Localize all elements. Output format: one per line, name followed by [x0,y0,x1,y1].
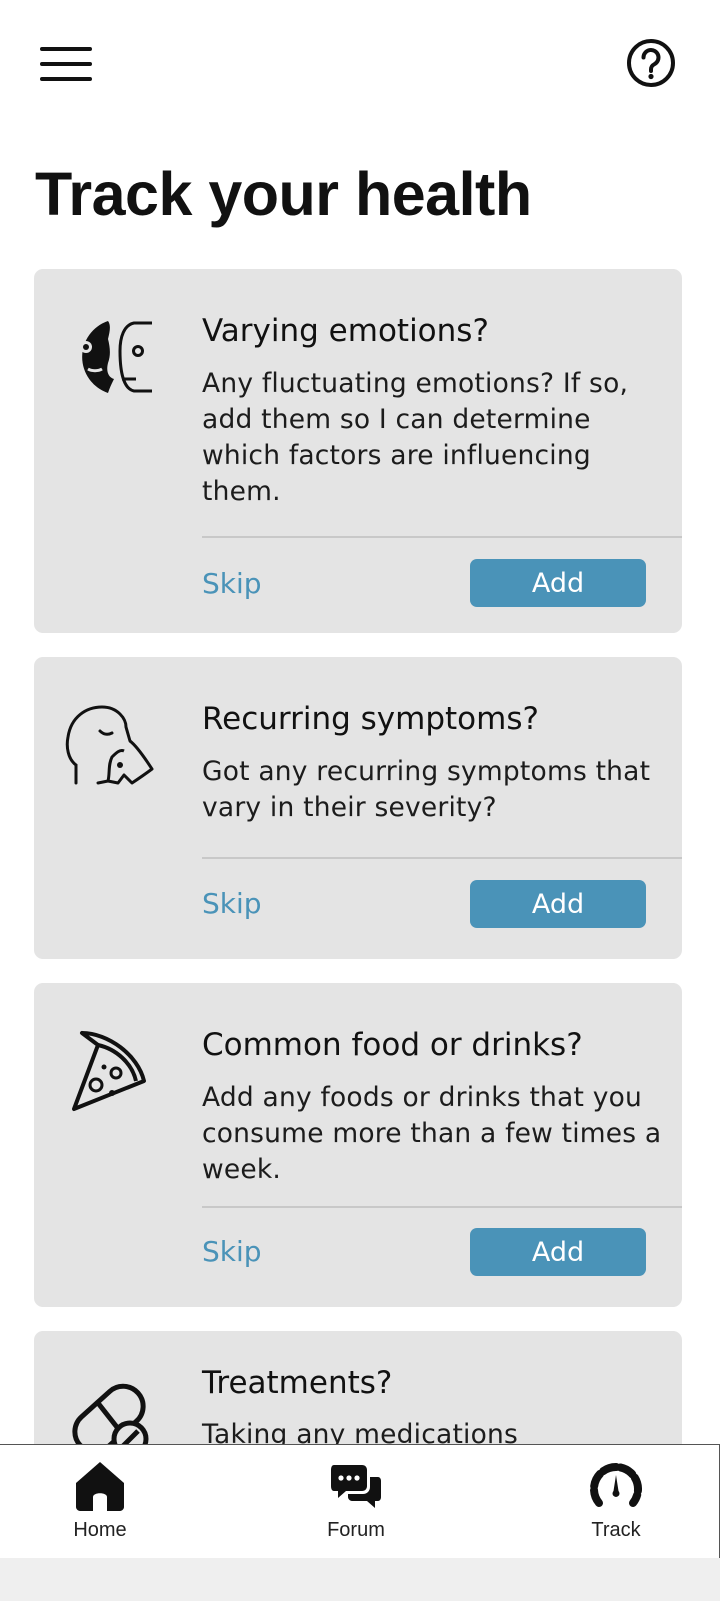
chat-bubbles-icon [331,1465,381,1508]
nav-home[interactable]: Home [30,1459,170,1549]
gauge-icon [590,1463,642,1507]
card-title: Varying emotions? [202,313,489,349]
nav-label: Forum [327,1519,385,1541]
bottom-navigation: Home Forum Track [0,1444,720,1559]
emotions-faces-icon [64,317,156,409]
top-bar [0,0,720,130]
skip-button[interactable]: Skip [202,1234,262,1270]
nav-label: Home [73,1519,127,1541]
home-icon [76,1462,124,1511]
card-divider [202,857,682,859]
card-divider [202,1206,682,1208]
nav-track[interactable]: Track [546,1459,686,1549]
sneezing-head-icon [64,703,156,795]
add-button[interactable]: Add [470,1228,646,1276]
symptoms-card: Recurring symptoms? Got any recurring sy… [34,657,682,959]
card-description: Got any recurring symptoms that vary in … [202,756,651,823]
card-title: Common food or drinks? [202,1027,583,1063]
food-card: Common food or drinks? Add any foods or … [34,983,682,1307]
nav-label: Track [591,1519,641,1541]
hamburger-menu-icon[interactable] [40,47,92,81]
question-circle-icon[interactable] [626,38,676,88]
card-divider [202,536,682,538]
emotions-card: Varying emotions? Any fluctuating emotio… [34,269,682,633]
card-title: Recurring symptoms? [202,701,539,737]
skip-button[interactable]: Skip [202,886,262,922]
card-title: Treatments? [202,1365,393,1401]
page-title: Track your health [35,160,532,228]
add-button[interactable]: Add [470,880,646,928]
system-nav-area [0,1558,720,1601]
skip-button[interactable]: Skip [202,566,262,602]
nav-forum[interactable]: Forum [286,1459,426,1549]
card-description: Any fluctuating emotions? If so, add the… [202,368,629,507]
add-button[interactable]: Add [470,559,646,607]
card-description: Add any foods or drinks that you consume… [202,1082,662,1185]
pizza-slice-icon [64,1027,156,1119]
